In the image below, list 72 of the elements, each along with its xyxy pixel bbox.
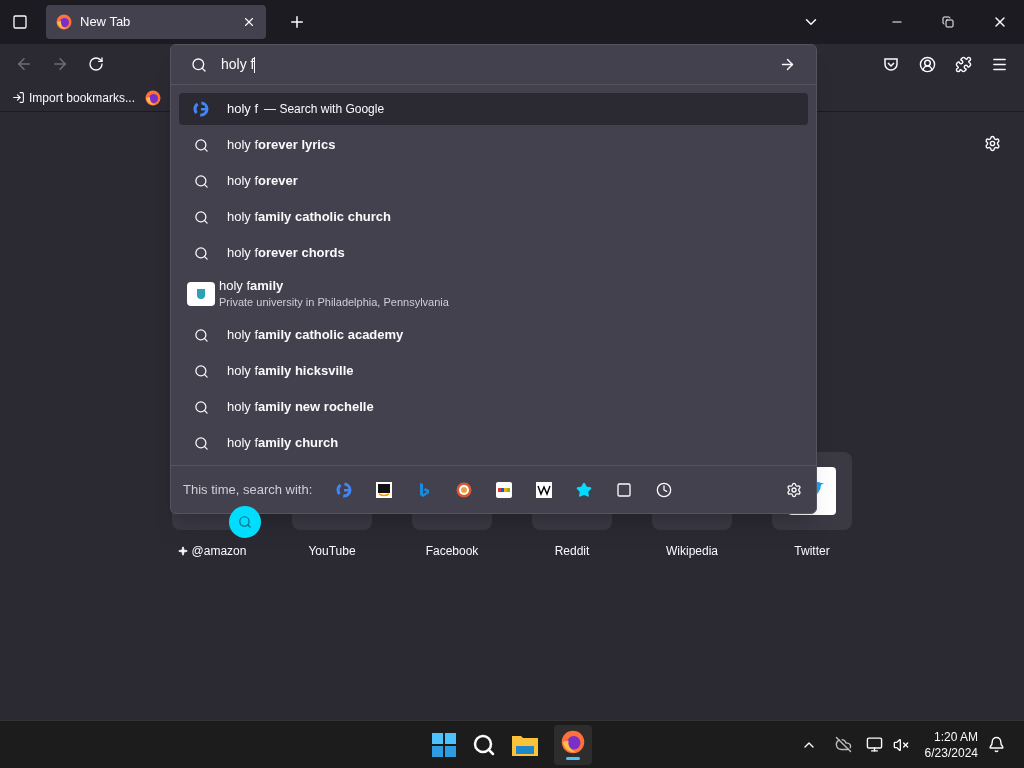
history-icon[interactable]: [656, 481, 673, 498]
suggestion-row[interactable]: holy forever: [179, 165, 808, 197]
search-icon: [193, 209, 209, 225]
search-icon: [191, 56, 207, 73]
settings-icon[interactable]: [786, 481, 802, 498]
import-icon: [12, 91, 25, 104]
suggestion-row[interactable]: holy family Private university in Philadelphia, Pennsylvania: [179, 271, 808, 317]
bookmark-item[interactable]: Import bookmarks...: [12, 88, 136, 107]
search-icon: [193, 327, 209, 343]
suggestion-text: holy family hicksville: [227, 362, 354, 381]
shortcut-label: Reddit: [554, 543, 590, 560]
search-icon: [193, 137, 209, 153]
wikipedia-logo-icon[interactable]: [536, 481, 553, 498]
windows-start-icon[interactable]: [432, 733, 456, 757]
firefox-logo-icon: [56, 14, 72, 30]
suggestion-row[interactable]: holy family new rochelle: [179, 391, 808, 423]
close-icon[interactable]: [242, 15, 256, 29]
tab-title: New Tab: [80, 13, 132, 32]
shortcut-label: YouTube: [308, 543, 356, 560]
search-icon: [193, 173, 209, 189]
suggestion-text: holy family catholic church: [227, 208, 391, 227]
account-icon[interactable]: [919, 55, 936, 73]
suggestion-row[interactable]: holy family catholic academy: [179, 319, 808, 351]
settings-icon[interactable]: [984, 135, 1001, 152]
muted-speaker-icon[interactable]: [892, 736, 909, 753]
suggestion-note: — Search with Google: [264, 101, 385, 118]
network-icon[interactable]: [865, 736, 883, 753]
suggestion-description: Private university in Philadelphia, Pennsylvania: [219, 295, 449, 310]
reload-icon[interactable]: [88, 56, 104, 72]
pocket-icon[interactable]: [883, 56, 899, 72]
restore-icon[interactable]: [942, 16, 954, 28]
notification-icon[interactable]: [988, 736, 1005, 753]
new-tab-icon[interactable]: [288, 13, 306, 31]
address-field[interactable]: holy f: [221, 54, 779, 75]
tabs-icon[interactable]: [616, 481, 633, 498]
search-with-label: This time, search with:: [183, 480, 313, 499]
search-icon[interactable]: [472, 733, 496, 757]
search-icon: [193, 399, 209, 415]
suggestion-text: holy forever: [227, 172, 298, 191]
firefox-icon: [561, 730, 585, 754]
shortcut-label: @amazon: [191, 543, 247, 560]
go-arrow-icon[interactable]: [779, 56, 796, 73]
search-icon: [193, 435, 209, 451]
search-icon: [193, 363, 209, 379]
suggestion-row[interactable]: holy forever chords: [179, 237, 808, 269]
suggestion-text: holy family new rochelle: [227, 398, 374, 417]
suggestion-row[interactable]: holy forever lyrics: [179, 129, 808, 161]
shortcut-label: Twitter: [794, 543, 830, 560]
firefox-bookmark-icon: [145, 89, 162, 106]
extensions-icon[interactable]: [955, 55, 972, 73]
browser-tab[interactable]: New Tab: [46, 5, 266, 39]
suggestion-row[interactable]: holy f — Search with Google: [179, 93, 808, 125]
suggestion-row[interactable]: holy family catholic church: [179, 201, 808, 233]
folder-icon[interactable]: [512, 734, 538, 756]
shortcut-label: Facebook: [425, 543, 479, 560]
suggestion-row[interactable]: holy family hicksville: [179, 355, 808, 387]
search-icon: [193, 245, 209, 261]
bookmarks-star-icon[interactable]: [576, 481, 593, 498]
cloud-off-icon[interactable]: [834, 736, 852, 753]
suggestion-text: holy forever lyrics: [227, 136, 336, 155]
shortcut-label: Wikipedia: [666, 543, 718, 560]
clock[interactable]: 1:20 AM 6/23/2024: [924, 728, 978, 761]
university-logo-thumbnail: [187, 282, 215, 306]
suggestion-text: holy family catholic academy: [227, 326, 404, 345]
suggestion-text: holy f: [227, 100, 259, 119]
suggestion-text: holy family church: [227, 434, 339, 453]
suggestion-row[interactable]: holy family church: [179, 427, 808, 459]
taskbar-app-button[interactable]: [554, 725, 592, 765]
suggestion-text: holy family: [219, 278, 285, 294]
search-badge: [229, 506, 261, 538]
suggestion-text: holy forever chords: [227, 244, 345, 263]
tab-list-icon[interactable]: [12, 14, 28, 30]
